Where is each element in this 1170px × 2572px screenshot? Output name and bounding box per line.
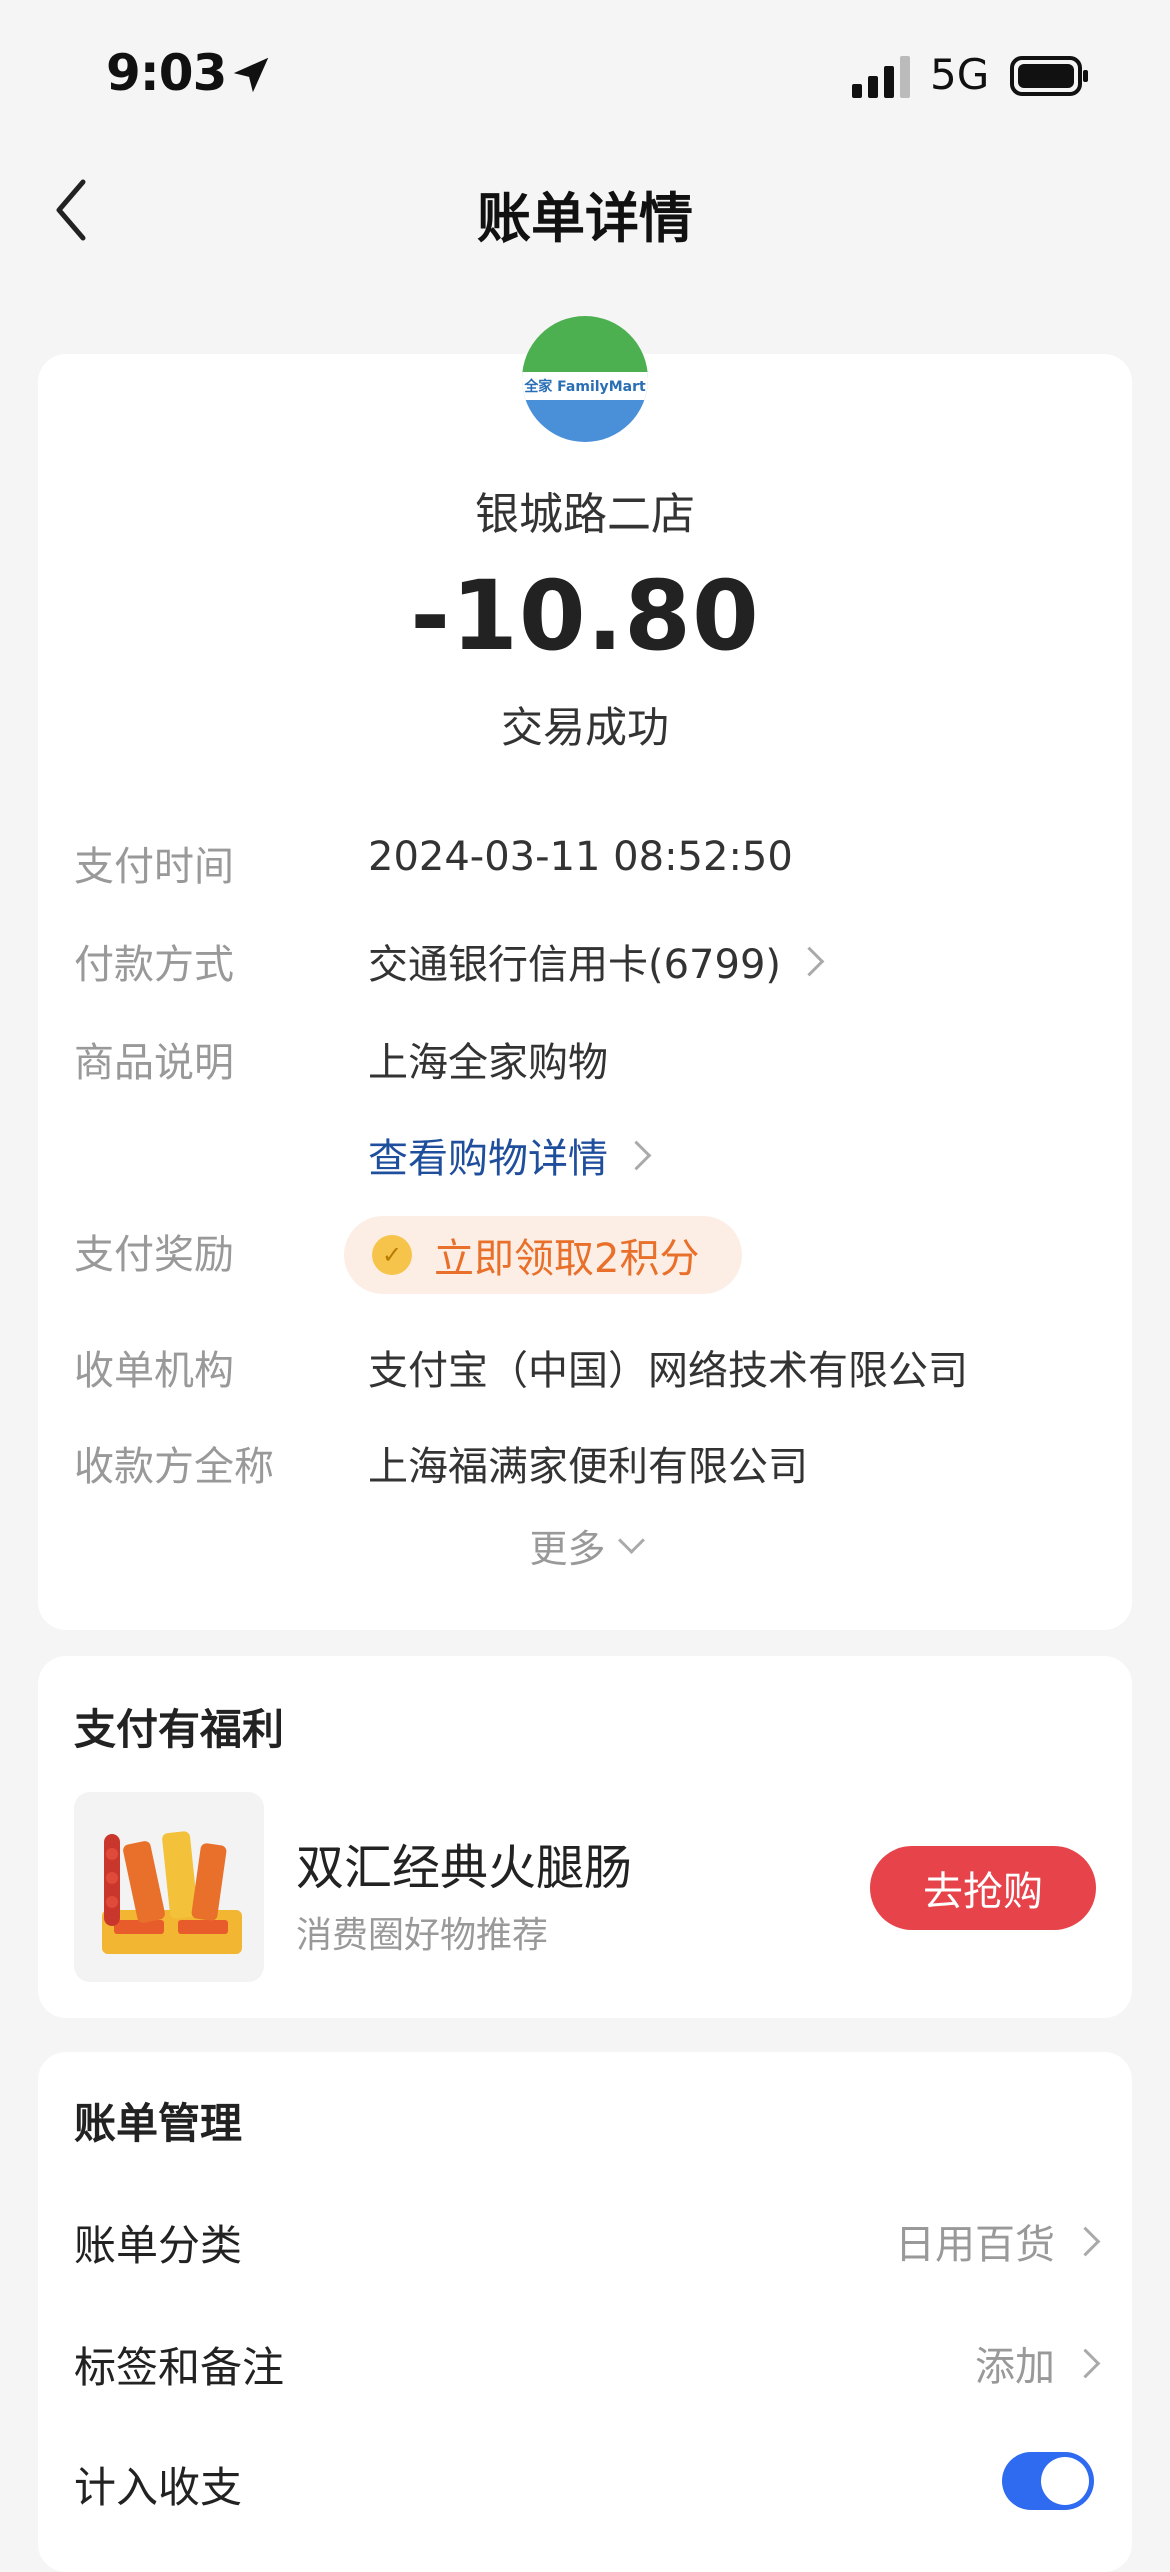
- payee-text: 上海福满家便利有限公司: [368, 1444, 808, 1490]
- benefits-card: 支付有福利 双汇经典火腿肠 消费圈好物推荐 去抢购: [38, 1656, 1132, 2018]
- bill-management-card: 账单管理 账单分类 日用百货 标签和备注 添加 计入收支: [38, 2052, 1132, 2572]
- status-time: 9:03: [106, 44, 227, 102]
- pay-method-row[interactable]: 交通银行信用卡(6799): [368, 932, 825, 990]
- buy-now-button[interactable]: 去抢购: [870, 1846, 1096, 1930]
- merchant-logo-text: 全家 FamilyMart: [522, 372, 648, 400]
- transaction-status: 交易成功: [500, 703, 669, 752]
- shopping-details-link[interactable]: 查看购物详情: [368, 1126, 652, 1184]
- goods-label: 商品说明: [74, 1040, 234, 1086]
- acquirer-text: 支付宝（中国）网络技术有限公司: [368, 1348, 968, 1394]
- goods-text: 上海全家购物: [368, 1040, 608, 1086]
- network-type: 5G: [930, 50, 990, 99]
- category-row[interactable]: 日用百货: [895, 2212, 1101, 2270]
- category-value: 日用百货: [895, 2222, 1055, 2268]
- acquirer-value: 支付宝（中国）网络技术有限公司: [368, 1338, 968, 1396]
- product-subtitle: 消费圈好物推荐: [296, 1915, 549, 1956]
- product-image[interactable]: [74, 1792, 264, 1982]
- reward-label: 支付奖励: [74, 1232, 234, 1278]
- nav-bar: 账单详情: [0, 150, 1170, 270]
- status-bar: 9:03 5G: [0, 0, 1170, 150]
- transaction-amount: -10.80: [410, 560, 760, 672]
- product-name[interactable]: 双汇经典火腿肠: [296, 1828, 632, 1898]
- bill-summary-card: 全家 FamilyMart 银城路二店 -10.80 交易成功 支付时间 202…: [38, 316, 1132, 1630]
- cellular-signal-icon: [852, 56, 910, 98]
- pay-time-label: 支付时间: [74, 844, 234, 890]
- tag-note-value: 添加: [975, 2344, 1055, 2390]
- points-coin-icon: ✓: [372, 1235, 412, 1275]
- tag-note-label: 标签和备注: [74, 2343, 285, 2392]
- shopping-details-text: 查看购物详情: [368, 1136, 608, 1182]
- chevron-right-icon: [1070, 2226, 1101, 2256]
- payee-label: 收款方全称: [74, 1444, 274, 1490]
- payee-value: 上海福满家便利有限公司: [368, 1434, 808, 1492]
- merchant-logo: 全家 FamilyMart: [522, 316, 648, 442]
- pay-time-text: 2024-03-11 08:52:50: [368, 834, 793, 880]
- toggle-knob: [1041, 2457, 1089, 2505]
- page-title: 账单详情: [477, 187, 693, 250]
- claim-points-button[interactable]: ✓ 立即领取2积分: [344, 1216, 742, 1294]
- claim-points-text: 立即领取2积分: [434, 1236, 700, 1282]
- merchant-name: 银城路二店: [475, 489, 695, 540]
- pay-method-text: 交通银行信用卡(6799): [368, 942, 782, 988]
- chevron-right-icon: [794, 946, 825, 976]
- benefits-title: 支付有福利: [74, 1705, 285, 1754]
- more-button[interactable]: 更多: [38, 1518, 1132, 1573]
- chevron-down-icon: [617, 1527, 645, 1554]
- location-arrow-icon: [233, 57, 269, 93]
- count-in-budget-toggle[interactable]: [1002, 2452, 1094, 2510]
- battery-icon: [1010, 56, 1088, 96]
- goods-value: 上海全家购物: [368, 1030, 608, 1088]
- tag-note-row[interactable]: 添加: [975, 2334, 1101, 2392]
- more-text: 更多: [529, 1527, 606, 1571]
- chevron-right-icon: [1070, 2348, 1101, 2378]
- count-in-budget-label: 计入收支: [74, 2463, 243, 2512]
- chevron-right-icon: [621, 1140, 652, 1170]
- management-title: 账单管理: [74, 2099, 243, 2148]
- pay-time-value: 2024-03-11 08:52:50: [368, 834, 793, 880]
- acquirer-label: 收单机构: [74, 1348, 234, 1394]
- category-label: 账单分类: [74, 2221, 243, 2270]
- pay-method-label: 付款方式: [74, 942, 234, 988]
- sausage-product-icon: [102, 1831, 242, 1954]
